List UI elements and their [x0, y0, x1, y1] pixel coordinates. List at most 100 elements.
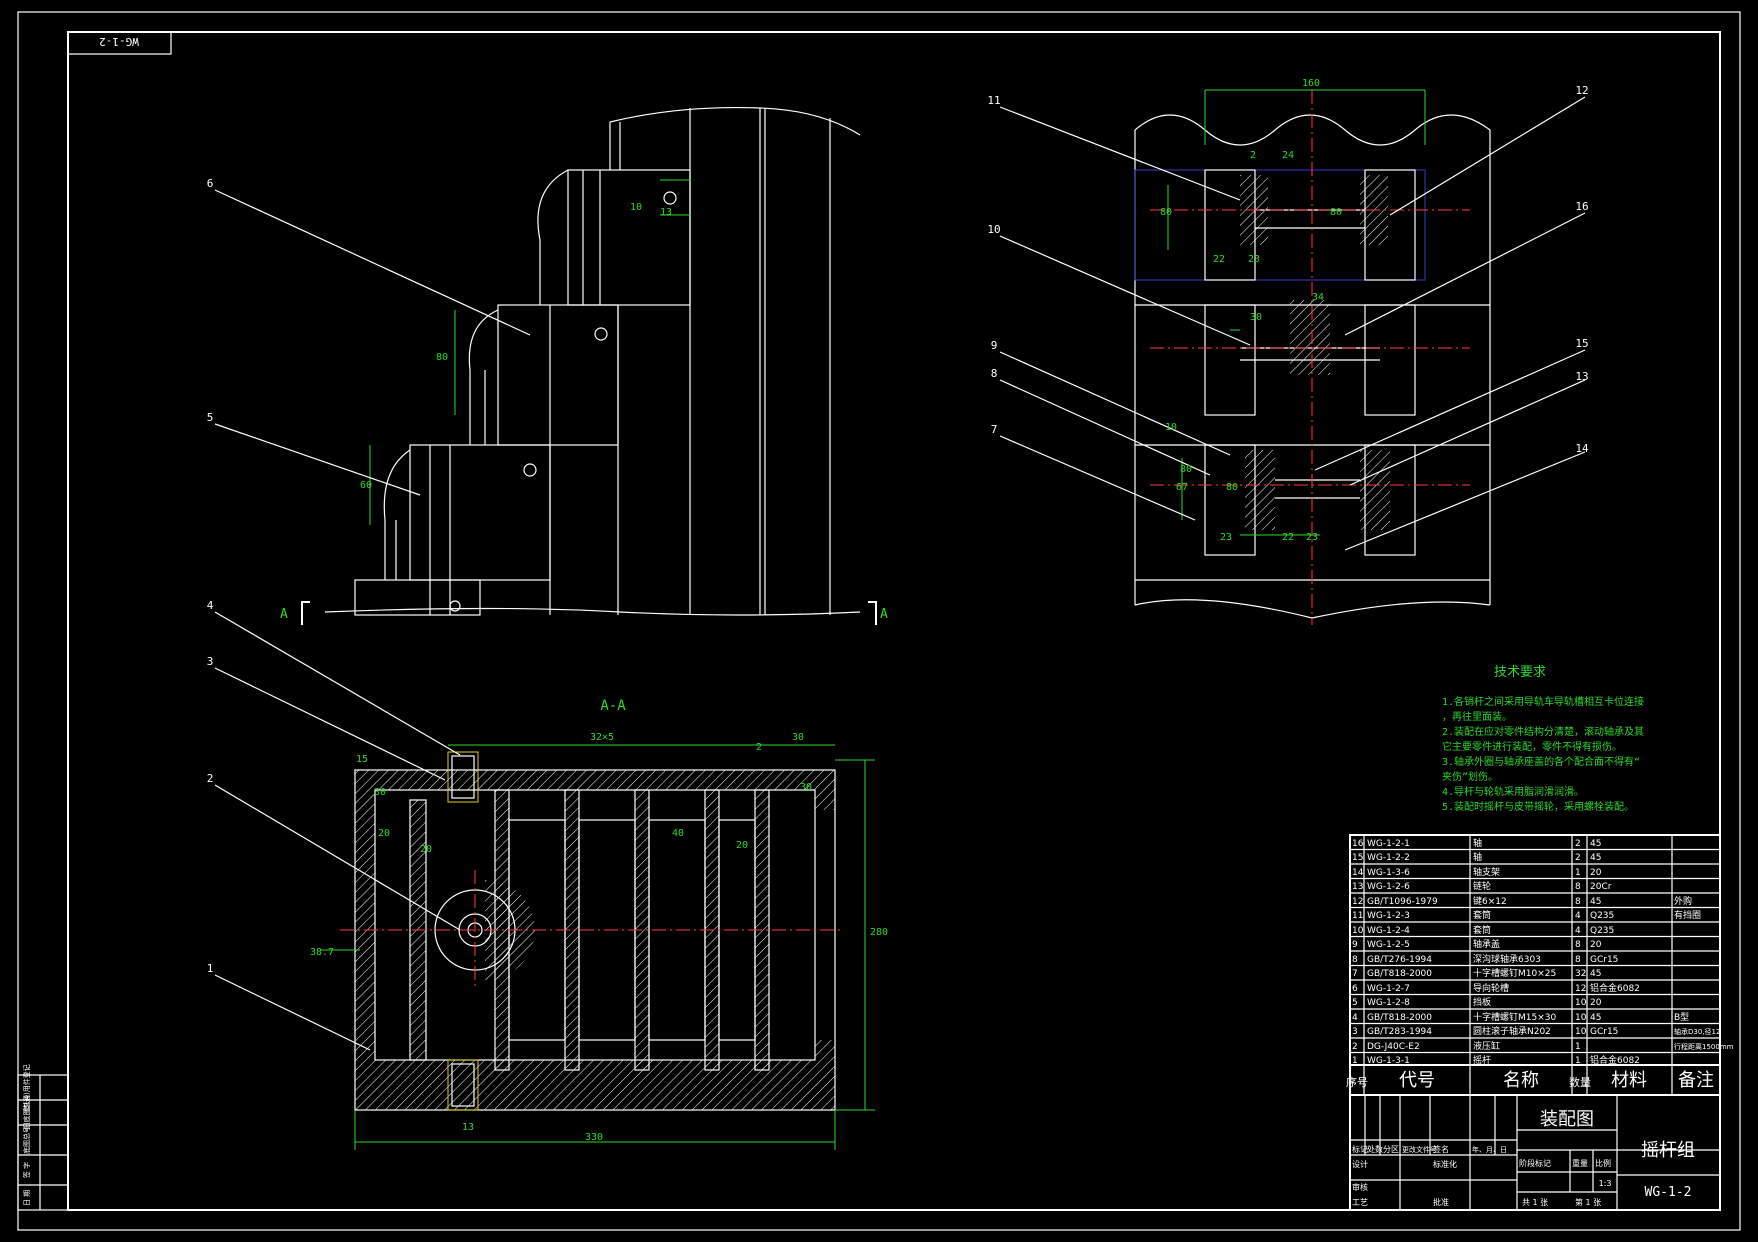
bom-material: 20Cr: [1590, 882, 1612, 892]
bom-no: 9: [1352, 940, 1358, 950]
dim-text: 38.7: [310, 947, 334, 958]
bom-note: 外购: [1674, 895, 1692, 907]
bom-code: WG-1-2-1: [1367, 839, 1410, 849]
dim-text: 2: [1250, 150, 1256, 161]
bom-qty: 8: [1575, 955, 1581, 965]
strip-label: 签 字: [22, 1162, 31, 1178]
bom-code: WG-1-2-2: [1367, 853, 1410, 863]
tech-line: ，再往里面装。: [1442, 710, 1512, 723]
bom-code: WG-1-3-1: [1367, 1056, 1410, 1066]
bom-no: 12: [1352, 897, 1363, 907]
dim-text: 160: [1302, 78, 1320, 89]
bom-note: 有挡圈: [1674, 909, 1701, 921]
bom-note: 轴承D30,径12: [1674, 1027, 1720, 1036]
section-markers: A A: [280, 601, 888, 625]
tb-label: 设计: [1352, 1159, 1368, 1169]
section-marker-left: A: [280, 607, 288, 622]
tb-label: 比例: [1595, 1158, 1611, 1168]
tech-title: 技术要求: [1494, 665, 1546, 680]
tb-label: 工艺: [1352, 1198, 1368, 1207]
code-rotated: WG-1-2: [99, 35, 139, 48]
tb-label: 标准化: [1433, 1159, 1457, 1169]
bom-qty: 1: [1575, 1042, 1581, 1052]
bom-no: 2: [1352, 1042, 1358, 1052]
section-view: [320, 744, 875, 1150]
bom-no: 4: [1352, 1013, 1358, 1023]
bom-qty: 10: [1575, 1013, 1587, 1023]
bom-qty: 8: [1575, 897, 1581, 907]
dim-text: 67: [1176, 482, 1188, 493]
dim-text: 60: [360, 480, 372, 491]
dim-text: 20: [736, 840, 748, 851]
callout-16: 16: [1575, 200, 1588, 213]
bom-qty: 4: [1575, 911, 1581, 921]
tech-line: 4.导杆与轮轨采用脂润滑润滑。: [1442, 785, 1584, 798]
bom-code: WG-1-2-4: [1367, 926, 1410, 936]
bom-no: 11: [1352, 911, 1363, 921]
tb-label: 更改文件号: [1402, 1145, 1437, 1154]
bom-code: GB/T818-2000: [1367, 1013, 1432, 1023]
dim-text: 80: [1330, 207, 1342, 218]
bom-qty: 2: [1575, 839, 1581, 849]
bom-code: GB/T818-2000: [1367, 969, 1432, 979]
bom-material: 45: [1590, 969, 1601, 979]
bom-no: 1: [1352, 1056, 1358, 1066]
drawing-code: WG-1-2: [1645, 1185, 1692, 1200]
scale-value: 1:3: [1599, 1179, 1612, 1188]
bom-note: B型: [1674, 1012, 1689, 1023]
dim-text: 80: [1180, 464, 1192, 475]
tech-line: 它主要零件进行装配，零件不得有损伤。: [1442, 740, 1622, 753]
bom-qty: 2: [1575, 853, 1581, 863]
tech-line: 2.装配在应对零件结构分清楚，滚动轴承及其: [1442, 725, 1644, 738]
bom-name: 链轮: [1473, 880, 1491, 892]
bom-header-name: 名称: [1503, 1070, 1539, 1091]
bom-code: WG-1-2-3: [1367, 911, 1410, 921]
strip-label: 旧底图总号: [22, 1095, 31, 1130]
dim-text: 23: [1306, 532, 1318, 543]
callout-5: 5: [207, 411, 214, 424]
dim-text: 80: [1160, 207, 1172, 218]
bom-material: 45: [1590, 853, 1601, 863]
bom-code: GB/T283-1994: [1367, 1027, 1432, 1037]
bom-code: WG-1-2-8: [1367, 998, 1410, 1008]
callout-3: 3: [207, 655, 214, 668]
tb-label: 签名: [1433, 1144, 1449, 1154]
bom-note: 行程距离1500mm: [1674, 1042, 1734, 1051]
dim-text: 30: [800, 782, 812, 793]
tb-label: 年、月、日: [1472, 1145, 1507, 1154]
bom-no: 7: [1352, 969, 1358, 979]
bom-code: WG-1-2-5: [1367, 940, 1410, 950]
bom-name: 套筒: [1473, 909, 1491, 921]
dim-text: 13: [660, 207, 672, 218]
bom-material: 20: [1590, 940, 1602, 950]
bom-name: 十字槽螺钉M10×25: [1473, 967, 1556, 979]
bom-name: 轴: [1473, 851, 1482, 863]
bom-material: 铝合金6082: [1590, 982, 1640, 994]
callout-15: 15: [1575, 337, 1588, 350]
bom-name: 轴承盖: [1473, 938, 1500, 950]
dim-text: 23: [1248, 254, 1260, 265]
dim-text: 40: [672, 828, 684, 839]
dim-text: 280: [870, 927, 888, 938]
callout-6: 6: [207, 177, 214, 190]
bom-material: GCr15: [1590, 955, 1618, 965]
tech-requirements: 技术要求 1.各销杆之间采用导轨车导轨槽相互卡位连接 ，再往里面装。 2.装配在…: [1442, 665, 1644, 813]
section-label: A-A: [600, 698, 626, 714]
bom-name: 键6×12: [1473, 895, 1507, 907]
dim-text: 23: [1220, 532, 1232, 543]
bom-qty: 4: [1575, 926, 1581, 936]
bom-name: 十字槽螺钉M15×30: [1473, 1011, 1556, 1023]
callout-12: 12: [1575, 84, 1588, 97]
dim-text: 20: [420, 844, 432, 855]
bom-name: 摇杆: [1473, 1054, 1491, 1066]
bom-no: 5: [1352, 998, 1358, 1008]
bom-qty: 1: [1575, 868, 1581, 878]
callout-8: 8: [991, 367, 998, 380]
front-view: [324, 106, 861, 616]
bom-code: WG-1-3-6: [1367, 868, 1410, 878]
dim-text: 330: [585, 1132, 603, 1143]
bom-name: 轴: [1473, 837, 1482, 849]
dim-text: 24: [1282, 150, 1294, 161]
dim-text: 2: [756, 742, 762, 753]
bom-qty: 8: [1575, 940, 1581, 950]
